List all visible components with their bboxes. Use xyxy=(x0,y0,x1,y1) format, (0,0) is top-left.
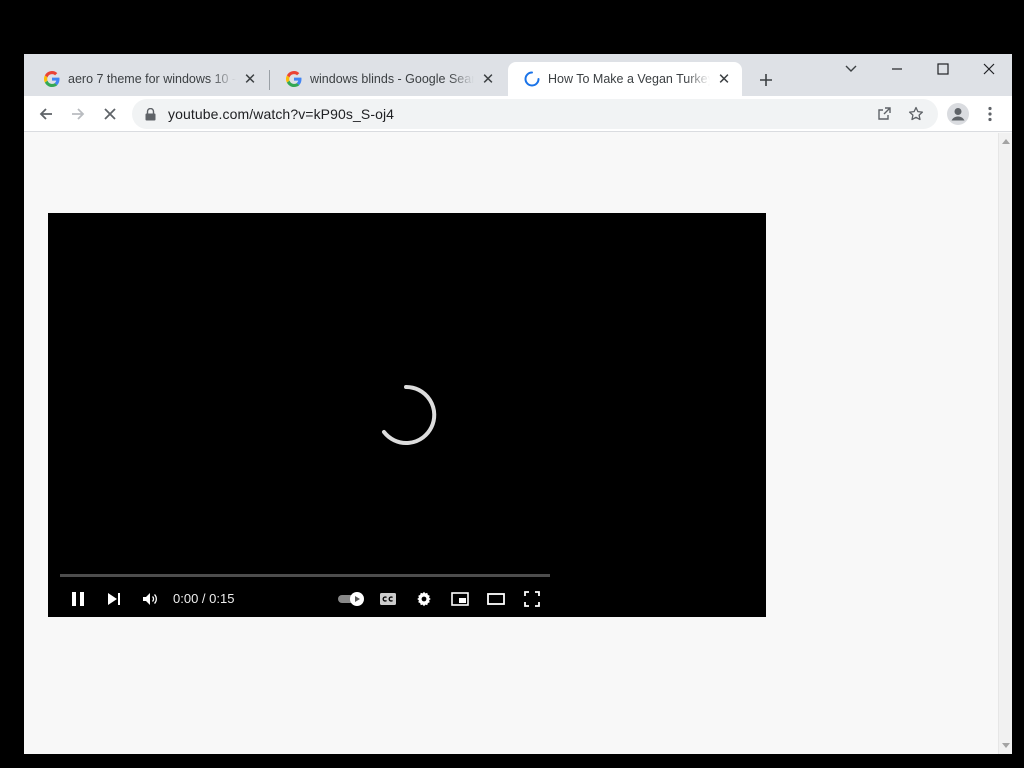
loading-spinner-icon xyxy=(382,384,437,445)
lock-icon[interactable] xyxy=(142,107,158,121)
minimize-icon xyxy=(892,68,902,70)
pause-button[interactable] xyxy=(66,587,90,611)
url-text: youtube.com/watch?v=kP90s_S-oj4 xyxy=(168,106,395,122)
settings-button[interactable] xyxy=(412,587,436,611)
closed-captions-icon xyxy=(380,593,396,605)
forward-arrow-icon xyxy=(72,108,85,120)
back-arrow-icon xyxy=(39,108,52,120)
tab-title: How To Make a Vegan Turkey - YouTube xyxy=(548,72,710,86)
miniplayer-icon xyxy=(451,592,469,606)
time-display: 0:00 / 0:15 xyxy=(173,591,235,606)
google-g-icon xyxy=(286,71,302,87)
subtitles-button[interactable] xyxy=(376,587,400,611)
browser-window: aero 7 theme for windows 10 - Google Sea… xyxy=(24,54,1012,754)
miniplayer-button[interactable] xyxy=(448,587,472,611)
stop-loading-button[interactable] xyxy=(96,100,124,128)
chevron-down-icon xyxy=(845,65,857,72)
avatar-icon xyxy=(947,103,969,125)
fullscreen-button[interactable] xyxy=(520,587,544,611)
close-tab-icon[interactable]: ✕ xyxy=(716,71,732,88)
theater-mode-button[interactable] xyxy=(484,587,508,611)
tab-title: aero 7 theme for windows 10 - Google Sea… xyxy=(68,72,236,86)
scroll-up-icon[interactable] xyxy=(1002,137,1010,145)
autoplay-icon xyxy=(338,592,364,606)
close-tab-icon[interactable]: ✕ xyxy=(242,71,258,88)
tab-aero-theme[interactable]: aero 7 theme for windows 10 - Google Sea… xyxy=(28,62,268,96)
maximize-button[interactable] xyxy=(920,54,966,84)
forward-button[interactable] xyxy=(64,100,92,128)
page-content: 0:00 / 0:15 xyxy=(24,133,998,754)
close-tab-icon[interactable]: ✕ xyxy=(480,71,496,88)
profile-button[interactable] xyxy=(944,100,972,128)
volume-icon xyxy=(143,593,157,605)
menu-button[interactable] xyxy=(976,100,1004,128)
google-g-icon xyxy=(44,71,60,87)
scroll-down-icon[interactable] xyxy=(1002,742,1010,750)
new-tab-button[interactable] xyxy=(752,66,780,94)
share-icon[interactable] xyxy=(872,102,896,126)
next-button[interactable] xyxy=(102,587,126,611)
loading-spinner-icon xyxy=(524,71,540,87)
tab-title: windows blinds - Google Search xyxy=(310,72,474,86)
close-window-button[interactable] xyxy=(966,54,1012,84)
pause-icon xyxy=(72,592,84,606)
vertical-scrollbar[interactable] xyxy=(998,133,1012,754)
fullscreen-icon xyxy=(524,591,540,607)
plus-icon xyxy=(760,74,772,86)
mute-button[interactable] xyxy=(138,587,162,611)
video-player[interactable]: 0:00 / 0:15 xyxy=(48,213,766,617)
tab-vegan-turkey[interactable]: How To Make a Vegan Turkey - YouTube ✕ xyxy=(508,62,742,96)
maximize-icon xyxy=(937,63,949,75)
tab-search-button[interactable] xyxy=(828,54,874,84)
autoplay-toggle[interactable] xyxy=(336,587,368,611)
progress-bar[interactable] xyxy=(60,574,550,577)
more-vert-icon xyxy=(988,106,992,122)
minimize-button[interactable] xyxy=(874,54,920,84)
back-button[interactable] xyxy=(32,100,60,128)
theater-mode-icon xyxy=(487,593,505,605)
skip-next-icon xyxy=(108,593,120,605)
address-bar[interactable]: youtube.com/watch?v=kP90s_S-oj4 xyxy=(132,99,938,129)
gear-icon xyxy=(417,591,431,607)
stop-icon xyxy=(104,108,116,120)
bookmark-star-icon[interactable] xyxy=(904,102,928,126)
tab-windows-blinds[interactable]: windows blinds - Google Search ✕ xyxy=(270,62,506,96)
tab-strip: aero 7 theme for windows 10 - Google Sea… xyxy=(24,54,1012,96)
close-icon xyxy=(983,63,995,75)
toolbar: youtube.com/watch?v=kP90s_S-oj4 xyxy=(24,96,1012,132)
